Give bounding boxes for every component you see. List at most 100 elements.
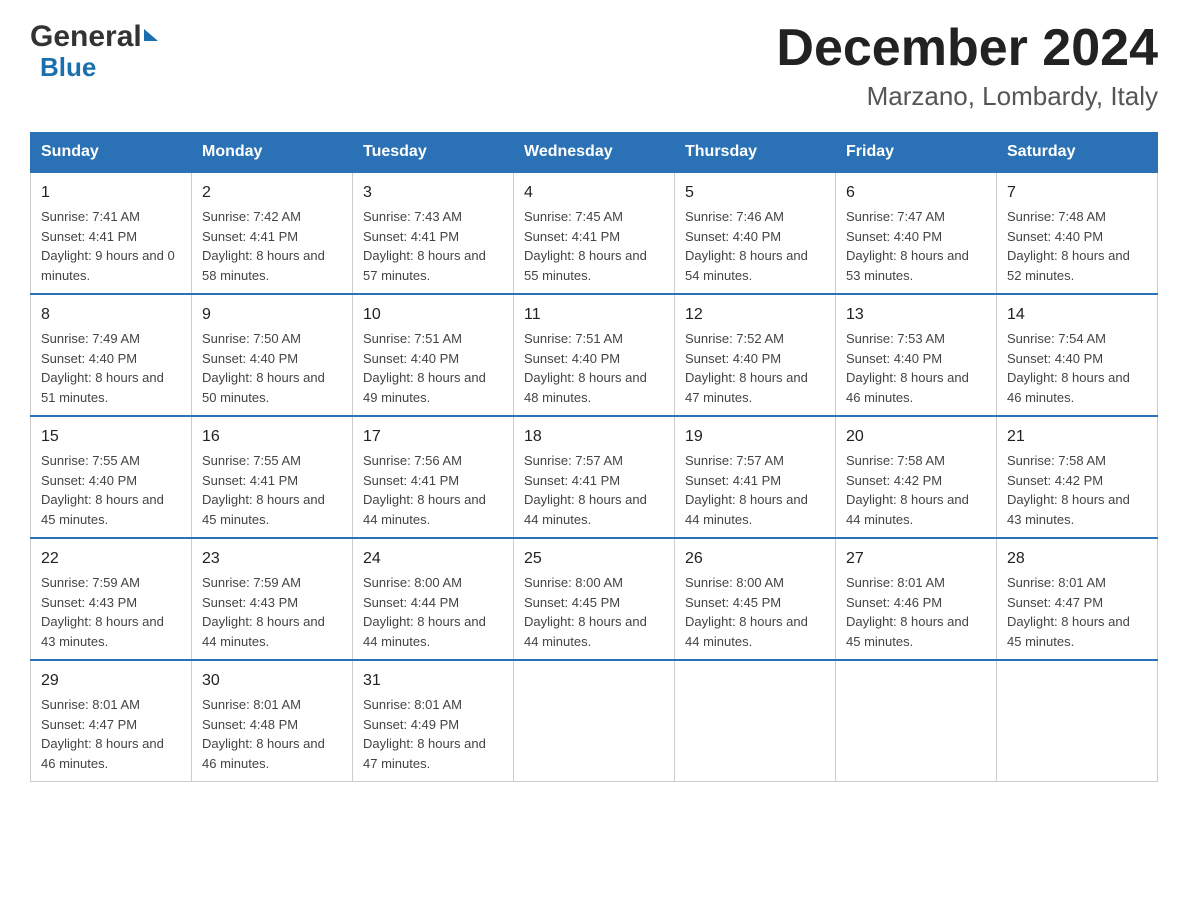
table-row: 26 Sunrise: 8:00 AMSunset: 4:45 PMDaylig…: [675, 538, 836, 660]
day-number: 4: [524, 181, 664, 205]
table-row: 24 Sunrise: 8:00 AMSunset: 4:44 PMDaylig…: [353, 538, 514, 660]
logo: General Blue: [30, 20, 158, 82]
table-row: 1 Sunrise: 7:41 AMSunset: 4:41 PMDayligh…: [31, 172, 192, 294]
day-info: Sunrise: 7:45 AMSunset: 4:41 PMDaylight:…: [524, 209, 647, 283]
calendar-week-row: 22 Sunrise: 7:59 AMSunset: 4:43 PMDaylig…: [31, 538, 1158, 660]
day-number: 13: [846, 303, 986, 327]
day-info: Sunrise: 7:55 AMSunset: 4:40 PMDaylight:…: [41, 453, 164, 527]
table-row: 28 Sunrise: 8:01 AMSunset: 4:47 PMDaylig…: [997, 538, 1158, 660]
table-row: [836, 660, 997, 782]
table-row: 23 Sunrise: 7:59 AMSunset: 4:43 PMDaylig…: [192, 538, 353, 660]
table-row: 13 Sunrise: 7:53 AMSunset: 4:40 PMDaylig…: [836, 294, 997, 416]
table-row: 27 Sunrise: 8:01 AMSunset: 4:46 PMDaylig…: [836, 538, 997, 660]
header-monday: Monday: [192, 133, 353, 173]
table-row: 8 Sunrise: 7:49 AMSunset: 4:40 PMDayligh…: [31, 294, 192, 416]
day-info: Sunrise: 8:00 AMSunset: 4:45 PMDaylight:…: [524, 575, 647, 649]
day-info: Sunrise: 7:46 AMSunset: 4:40 PMDaylight:…: [685, 209, 808, 283]
day-number: 25: [524, 547, 664, 571]
table-row: 6 Sunrise: 7:47 AMSunset: 4:40 PMDayligh…: [836, 172, 997, 294]
day-number: 31: [363, 669, 503, 693]
table-row: 2 Sunrise: 7:42 AMSunset: 4:41 PMDayligh…: [192, 172, 353, 294]
header-tuesday: Tuesday: [353, 133, 514, 173]
day-info: Sunrise: 7:42 AMSunset: 4:41 PMDaylight:…: [202, 209, 325, 283]
day-info: Sunrise: 7:53 AMSunset: 4:40 PMDaylight:…: [846, 331, 969, 405]
day-number: 24: [363, 547, 503, 571]
header-thursday: Thursday: [675, 133, 836, 173]
day-info: Sunrise: 7:50 AMSunset: 4:40 PMDaylight:…: [202, 331, 325, 405]
table-row: 16 Sunrise: 7:55 AMSunset: 4:41 PMDaylig…: [192, 416, 353, 538]
day-number: 22: [41, 547, 181, 571]
day-info: Sunrise: 7:47 AMSunset: 4:40 PMDaylight:…: [846, 209, 969, 283]
day-info: Sunrise: 7:57 AMSunset: 4:41 PMDaylight:…: [524, 453, 647, 527]
day-info: Sunrise: 7:59 AMSunset: 4:43 PMDaylight:…: [41, 575, 164, 649]
day-number: 28: [1007, 547, 1147, 571]
day-info: Sunrise: 8:01 AMSunset: 4:49 PMDaylight:…: [363, 697, 486, 771]
calendar-week-row: 8 Sunrise: 7:49 AMSunset: 4:40 PMDayligh…: [31, 294, 1158, 416]
table-row: 17 Sunrise: 7:56 AMSunset: 4:41 PMDaylig…: [353, 416, 514, 538]
day-number: 8: [41, 303, 181, 327]
day-number: 26: [685, 547, 825, 571]
header-friday: Friday: [836, 133, 997, 173]
day-info: Sunrise: 8:00 AMSunset: 4:44 PMDaylight:…: [363, 575, 486, 649]
day-number: 23: [202, 547, 342, 571]
day-info: Sunrise: 7:59 AMSunset: 4:43 PMDaylight:…: [202, 575, 325, 649]
table-row: 7 Sunrise: 7:48 AMSunset: 4:40 PMDayligh…: [997, 172, 1158, 294]
page-header: General Blue December 2024 Marzano, Lomb…: [30, 20, 1158, 112]
day-info: Sunrise: 7:58 AMSunset: 4:42 PMDaylight:…: [1007, 453, 1130, 527]
day-number: 7: [1007, 181, 1147, 205]
table-row: 4 Sunrise: 7:45 AMSunset: 4:41 PMDayligh…: [514, 172, 675, 294]
day-info: Sunrise: 7:58 AMSunset: 4:42 PMDaylight:…: [846, 453, 969, 527]
table-row: 31 Sunrise: 8:01 AMSunset: 4:49 PMDaylig…: [353, 660, 514, 782]
day-number: 17: [363, 425, 503, 449]
table-row: 15 Sunrise: 7:55 AMSunset: 4:40 PMDaylig…: [31, 416, 192, 538]
day-info: Sunrise: 8:01 AMSunset: 4:47 PMDaylight:…: [1007, 575, 1130, 649]
table-row: 25 Sunrise: 8:00 AMSunset: 4:45 PMDaylig…: [514, 538, 675, 660]
day-info: Sunrise: 7:54 AMSunset: 4:40 PMDaylight:…: [1007, 331, 1130, 405]
day-number: 11: [524, 303, 664, 327]
day-info: Sunrise: 8:01 AMSunset: 4:47 PMDaylight:…: [41, 697, 164, 771]
logo-general-text: General: [30, 20, 142, 53]
day-info: Sunrise: 7:43 AMSunset: 4:41 PMDaylight:…: [363, 209, 486, 283]
table-row: 20 Sunrise: 7:58 AMSunset: 4:42 PMDaylig…: [836, 416, 997, 538]
calendar-week-row: 29 Sunrise: 8:01 AMSunset: 4:47 PMDaylig…: [31, 660, 1158, 782]
table-row: 3 Sunrise: 7:43 AMSunset: 4:41 PMDayligh…: [353, 172, 514, 294]
table-row: 21 Sunrise: 7:58 AMSunset: 4:42 PMDaylig…: [997, 416, 1158, 538]
calendar-week-row: 15 Sunrise: 7:55 AMSunset: 4:40 PMDaylig…: [31, 416, 1158, 538]
table-row: 18 Sunrise: 7:57 AMSunset: 4:41 PMDaylig…: [514, 416, 675, 538]
day-number: 3: [363, 181, 503, 205]
table-row: [997, 660, 1158, 782]
table-row: 10 Sunrise: 7:51 AMSunset: 4:40 PMDaylig…: [353, 294, 514, 416]
day-number: 15: [41, 425, 181, 449]
day-info: Sunrise: 7:51 AMSunset: 4:40 PMDaylight:…: [363, 331, 486, 405]
calendar-week-row: 1 Sunrise: 7:41 AMSunset: 4:41 PMDayligh…: [31, 172, 1158, 294]
day-number: 6: [846, 181, 986, 205]
day-number: 14: [1007, 303, 1147, 327]
header-wednesday: Wednesday: [514, 133, 675, 173]
title-block: December 2024 Marzano, Lombardy, Italy: [776, 20, 1158, 112]
day-number: 9: [202, 303, 342, 327]
calendar-header-row: Sunday Monday Tuesday Wednesday Thursday…: [31, 133, 1158, 173]
table-row: 29 Sunrise: 8:01 AMSunset: 4:47 PMDaylig…: [31, 660, 192, 782]
table-row: 5 Sunrise: 7:46 AMSunset: 4:40 PMDayligh…: [675, 172, 836, 294]
day-number: 16: [202, 425, 342, 449]
day-number: 29: [41, 669, 181, 693]
table-row: 12 Sunrise: 7:52 AMSunset: 4:40 PMDaylig…: [675, 294, 836, 416]
page-title: December 2024: [776, 20, 1158, 77]
day-number: 20: [846, 425, 986, 449]
table-row: 14 Sunrise: 7:54 AMSunset: 4:40 PMDaylig…: [997, 294, 1158, 416]
table-row: 19 Sunrise: 7:57 AMSunset: 4:41 PMDaylig…: [675, 416, 836, 538]
day-info: Sunrise: 7:52 AMSunset: 4:40 PMDaylight:…: [685, 331, 808, 405]
table-row: 9 Sunrise: 7:50 AMSunset: 4:40 PMDayligh…: [192, 294, 353, 416]
header-sunday: Sunday: [31, 133, 192, 173]
day-number: 1: [41, 181, 181, 205]
logo-blue-text: Blue: [40, 53, 158, 82]
header-saturday: Saturday: [997, 133, 1158, 173]
day-number: 21: [1007, 425, 1147, 449]
day-info: Sunrise: 7:57 AMSunset: 4:41 PMDaylight:…: [685, 453, 808, 527]
day-number: 12: [685, 303, 825, 327]
table-row: 22 Sunrise: 7:59 AMSunset: 4:43 PMDaylig…: [31, 538, 192, 660]
day-info: Sunrise: 7:55 AMSunset: 4:41 PMDaylight:…: [202, 453, 325, 527]
day-number: 5: [685, 181, 825, 205]
logo-arrow-icon: [144, 29, 158, 41]
day-info: Sunrise: 7:48 AMSunset: 4:40 PMDaylight:…: [1007, 209, 1130, 283]
